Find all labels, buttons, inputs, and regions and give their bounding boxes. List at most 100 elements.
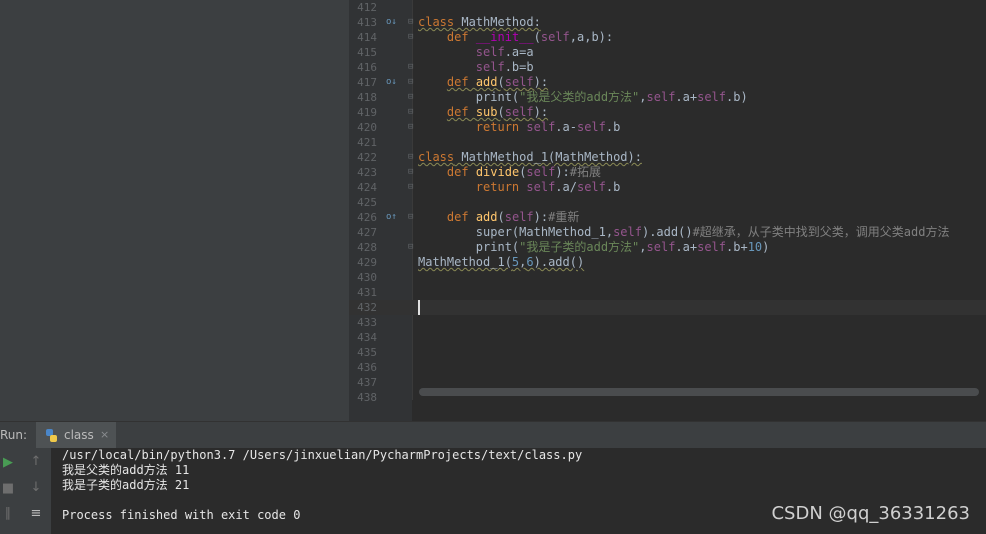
console-line: /usr/local/bin/python3.7 /Users/jinxueli… [62,448,583,462]
code-line[interactable]: 429 MathMethod_1(5,6).add() [349,255,986,270]
run-tab-label: class [64,428,94,442]
line-number: 434 [357,331,377,344]
code-line[interactable]: 425 [349,195,986,210]
line-number: 424 [357,181,377,194]
line-number: 416 [357,61,377,74]
line-number: 433 [357,316,377,329]
fold-icon[interactable]: ⊟ [408,92,413,103]
code-line[interactable]: 435 [349,345,986,360]
line-number: 435 [357,346,377,359]
fold-icon[interactable]: ⊟ [408,62,413,73]
overridden-method-icon[interactable]: o↓ [386,16,397,28]
line-number: 413 [357,16,377,29]
code-text: self.a=a [475,45,534,59]
soft-wrap-icon[interactable]: ≡ [28,506,44,522]
code-line[interactable]: 433 [349,315,986,330]
run-tab-class[interactable]: class × [36,422,116,448]
code-line[interactable]: 436 [349,360,986,375]
console-line: 我是子类的add方法 21 [62,478,190,492]
code-editor[interactable]: 412 413 o↓ ⊟ class MathMethod: 414 ⊟ def __ini… [349,0,986,421]
line-number: 426 [357,211,377,224]
code-line[interactable]: 422 ⊟ class MathMethod_1(MathMethod): [349,150,986,165]
code-text: class MathMethod: [418,15,541,29]
fold-icon[interactable]: ⊟ [408,242,413,253]
stop-icon[interactable]: ■ [0,481,16,497]
overrides-method-icon[interactable]: o↑ [386,211,397,223]
code-line[interactable]: 412 [349,0,986,15]
fold-icon[interactable]: ⊟ [408,182,413,193]
code-line[interactable]: 431 [349,285,986,300]
line-number: 427 [357,226,377,239]
code-line[interactable]: 426 o↑ ⊟ def add(self):#重新 [349,210,986,225]
code-text: super(MathMethod_1,self).add()#超继承，从子类中找… [418,225,950,239]
code-line[interactable]: 434 [349,330,986,345]
csdn-watermark: CSDN @qq_36331263 [771,503,970,524]
fold-icon[interactable]: ⊟ [408,17,413,28]
play-icon[interactable]: ▶ [0,455,16,471]
console-line: Process finished with exit code 0 [62,508,301,522]
fold-icon[interactable]: ⊟ [408,77,413,88]
code-text: def sub(self): [446,105,549,119]
line-number: 422 [357,151,377,164]
line-number: 428 [357,241,377,254]
code-line[interactable]: 423 ⊟ def divide(self):#拓展 [349,165,986,180]
line-number: 421 [357,136,377,149]
line-number: 423 [357,166,377,179]
code-text: def add(self):#重新 [446,210,580,224]
code-line[interactable]: 432 [349,300,986,315]
run-toolwindow-header: Run: class × [0,421,986,448]
code-text: class MathMethod_1(MathMethod): [418,150,642,164]
code-line[interactable]: 417 o↓ ⊟ def add(self): [349,75,986,90]
fold-icon[interactable]: ⊟ [408,122,413,133]
code-line[interactable]: 427 super(MathMethod_1,self).add()#超继承，从… [349,225,986,240]
overridden-method-icon[interactable]: o↓ [386,76,397,88]
line-number: 432 [357,301,377,314]
code-line[interactable]: 415 self.a=a [349,45,986,60]
code-text: return self.a/self.b [475,180,621,194]
code-text: self.b=b [475,60,534,74]
code-text: def divide(self):#拓展 [446,165,602,179]
fold-icon[interactable]: ⊟ [408,32,413,43]
line-number: 438 [357,391,377,404]
code-text: def add(self): [446,75,549,89]
run-toolbar: ▶ ↑ ■ ↓ ∥ ≡ [0,448,51,534]
down-arrow-icon[interactable]: ↓ [28,480,44,496]
horizontal-scrollbar[interactable] [419,388,979,396]
line-number: 430 [357,271,377,284]
line-number: 425 [357,196,377,209]
code-line[interactable]: 413 o↓ ⊟ class MathMethod: [349,15,986,30]
up-arrow-icon[interactable]: ↑ [28,454,44,470]
code-line[interactable]: 414 ⊟ def __init__(self,a,b): [349,30,986,45]
text-caret [418,300,420,315]
code-line[interactable]: 416 ⊟ self.b=b [349,60,986,75]
close-icon[interactable]: × [100,428,109,441]
run-label: Run: [0,428,28,442]
fold-icon[interactable]: ⊟ [408,107,413,118]
line-number: 431 [357,286,377,299]
line-number: 419 [357,106,377,119]
code-text: def __init__(self,a,b): [446,30,614,44]
fold-icon[interactable]: ⊟ [408,212,413,223]
code-line[interactable]: 428 ⊟ print("我是子类的add方法",self.a+self.b+10… [349,240,986,255]
line-number: 418 [357,91,377,104]
fold-icon[interactable]: ⊟ [408,167,413,178]
code-text: return self.a-self.b [475,120,621,134]
code-text: print("我是子类的add方法",self.a+self.b+10) [418,240,770,254]
code-text: MathMethod_1(5,6).add() [418,255,585,269]
code-line[interactable]: 430 [349,270,986,285]
pause-icon[interactable]: ∥ [0,506,16,522]
project-sidebar [0,0,349,421]
line-number: 437 [357,376,377,389]
code-line[interactable]: 420 ⊟ return self.a-self.b [349,120,986,135]
line-number: 415 [357,46,377,59]
code-line[interactable]: 418 ⊟ print("我是父类的add方法",self.a+self.b) [349,90,986,105]
code-line[interactable]: 424 ⊟ return self.a/self.b [349,180,986,195]
line-number: 417 [357,76,377,89]
python-icon [46,429,57,442]
line-number: 412 [357,1,377,14]
console-line: 我是父类的add方法 11 [62,463,190,477]
line-number: 429 [357,256,377,269]
code-line[interactable]: 421 [349,135,986,150]
fold-icon[interactable]: ⊟ [408,152,413,163]
code-line[interactable]: 419 ⊟ def sub(self): [349,105,986,120]
